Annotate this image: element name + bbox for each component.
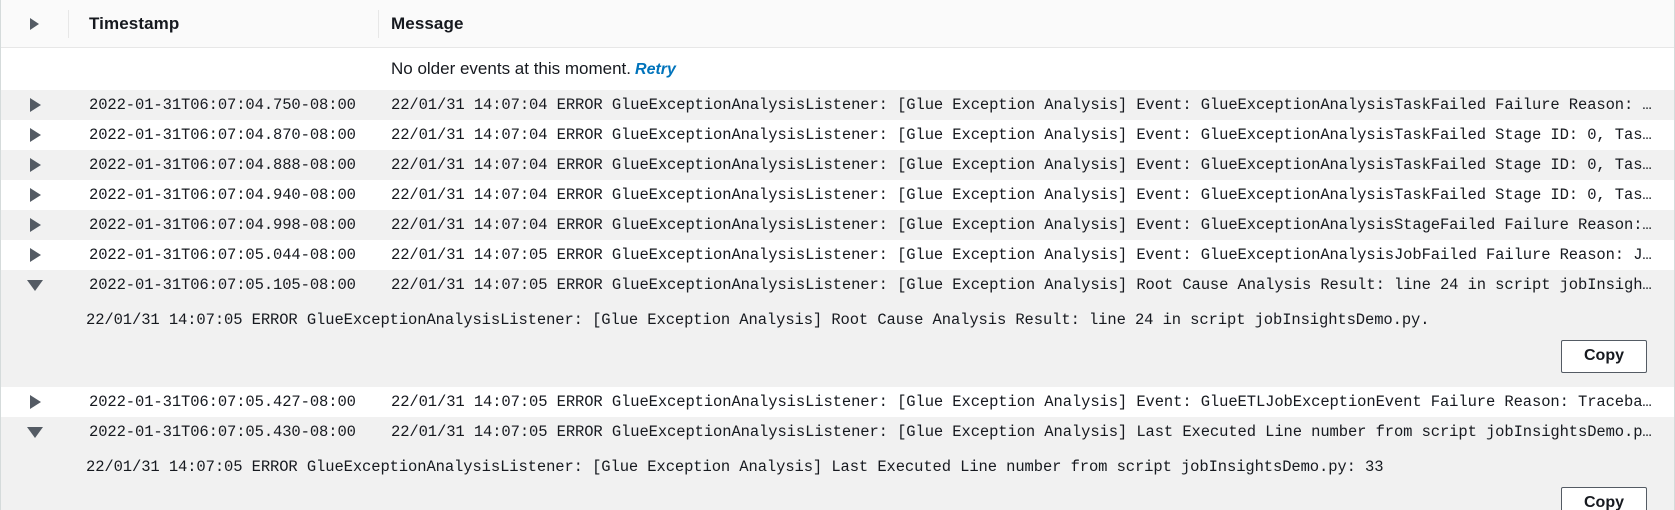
row-timestamp: 2022-01-31T06:07:05.430-08:00 <box>89 423 356 441</box>
table-row[interactable]: 2022-01-31T06:07:04.940-08:00 22/01/31 1… <box>1 180 1674 210</box>
row-expand-toggle[interactable] <box>1 180 69 210</box>
info-row-toggle-spacer <box>1 48 69 90</box>
row-timestamp: 2022-01-31T06:07:04.750-08:00 <box>89 96 356 114</box>
row-collapse-toggle[interactable] <box>1 270 69 300</box>
no-older-events-row: No older events at this moment. Retry <box>1 48 1674 90</box>
column-header-message[interactable]: Message <box>379 10 1674 38</box>
copy-button[interactable]: Copy <box>1561 340 1647 373</box>
row-timestamp: 2022-01-31T06:07:05.044-08:00 <box>89 246 356 264</box>
row-detail-panel: 22/01/31 14:07:05 ERROR GlueExceptionAna… <box>1 447 1674 510</box>
row-message: 22/01/31 14:07:04 ERROR GlueExceptionAna… <box>391 186 1654 204</box>
row-message-cell: 22/01/31 14:07:05 ERROR GlueExceptionAna… <box>379 393 1674 411</box>
row-detail-message: 22/01/31 14:07:05 ERROR GlueExceptionAna… <box>86 311 1430 329</box>
row-detail-actions: Copy <box>1 487 1674 510</box>
row-message-cell: 22/01/31 14:07:04 ERROR GlueExceptionAna… <box>379 96 1674 114</box>
chevron-down-icon <box>27 279 43 291</box>
table-row[interactable]: 2022-01-31T06:07:05.105-08:00 22/01/31 1… <box>1 270 1674 300</box>
row-expand-toggle[interactable] <box>1 387 69 417</box>
copy-button[interactable]: Copy <box>1561 487 1647 510</box>
row-timestamp-cell: 2022-01-31T06:07:05.430-08:00 <box>69 423 379 441</box>
row-detail-panel: 22/01/31 14:07:05 ERROR GlueExceptionAna… <box>1 300 1674 387</box>
chevron-down-icon <box>27 426 43 438</box>
column-header-timestamp[interactable]: Timestamp <box>69 9 379 38</box>
row-message: 22/01/31 14:07:04 ERROR GlueExceptionAna… <box>391 156 1654 174</box>
chevron-right-icon <box>29 158 41 172</box>
row-timestamp: 2022-01-31T06:07:05.105-08:00 <box>89 276 356 294</box>
row-expand-toggle[interactable] <box>1 90 69 120</box>
table-row[interactable]: 2022-01-31T06:07:04.870-08:00 22/01/31 1… <box>1 120 1674 150</box>
table-row[interactable]: 2022-01-31T06:07:05.044-08:00 22/01/31 1… <box>1 240 1674 270</box>
column-header-timestamp-label: Timestamp <box>89 13 180 33</box>
row-detail-text-wrap: 22/01/31 14:07:05 ERROR GlueExceptionAna… <box>1 300 1674 340</box>
row-message: 22/01/31 14:07:05 ERROR GlueExceptionAna… <box>391 423 1654 441</box>
chevron-right-icon <box>29 98 41 112</box>
row-detail-message: 22/01/31 14:07:05 ERROR GlueExceptionAna… <box>86 458 1384 476</box>
info-row-message: No older events at this moment. Retry <box>379 59 1674 79</box>
row-detail-text-wrap: 22/01/31 14:07:05 ERROR GlueExceptionAna… <box>1 447 1674 487</box>
row-collapse-toggle[interactable] <box>1 417 69 447</box>
row-expand-toggle[interactable] <box>1 150 69 180</box>
row-timestamp-cell: 2022-01-31T06:07:04.940-08:00 <box>69 186 379 204</box>
row-message: 22/01/31 14:07:04 ERROR GlueExceptionAna… <box>391 126 1654 144</box>
row-timestamp-cell: 2022-01-31T06:07:04.888-08:00 <box>69 156 379 174</box>
row-timestamp-cell: 2022-01-31T06:07:05.105-08:00 <box>69 276 379 294</box>
expand-all-toggle[interactable] <box>1 9 69 38</box>
table-row[interactable]: 2022-01-31T06:07:05.430-08:00 22/01/31 1… <box>1 417 1674 447</box>
row-message-cell: 22/01/31 14:07:04 ERROR GlueExceptionAna… <box>379 216 1674 234</box>
row-message: 22/01/31 14:07:04 ERROR GlueExceptionAna… <box>391 216 1654 234</box>
table-row[interactable]: 2022-01-31T06:07:04.750-08:00 22/01/31 1… <box>1 90 1674 120</box>
row-message: 22/01/31 14:07:04 ERROR GlueExceptionAna… <box>391 96 1654 114</box>
chevron-right-icon <box>29 218 41 232</box>
row-message-cell: 22/01/31 14:07:05 ERROR GlueExceptionAna… <box>379 276 1674 294</box>
table-header-row: Timestamp Message <box>1 0 1674 48</box>
row-timestamp: 2022-01-31T06:07:04.940-08:00 <box>89 186 356 204</box>
row-message: 22/01/31 14:07:05 ERROR GlueExceptionAna… <box>391 276 1654 294</box>
chevron-right-icon <box>29 248 41 262</box>
row-timestamp: 2022-01-31T06:07:04.888-08:00 <box>89 156 356 174</box>
row-detail-actions: Copy <box>1 340 1674 387</box>
chevron-right-icon <box>29 188 41 202</box>
row-timestamp-cell: 2022-01-31T06:07:05.427-08:00 <box>69 393 379 411</box>
row-expand-toggle[interactable] <box>1 240 69 270</box>
table-row[interactable]: 2022-01-31T06:07:04.888-08:00 22/01/31 1… <box>1 150 1674 180</box>
row-message-cell: 22/01/31 14:07:04 ERROR GlueExceptionAna… <box>379 126 1674 144</box>
row-message-cell: 22/01/31 14:07:04 ERROR GlueExceptionAna… <box>379 186 1674 204</box>
row-message: 22/01/31 14:07:05 ERROR GlueExceptionAna… <box>391 246 1654 264</box>
table-row[interactable]: 2022-01-31T06:07:04.998-08:00 22/01/31 1… <box>1 210 1674 240</box>
row-timestamp-cell: 2022-01-31T06:07:05.044-08:00 <box>69 246 379 264</box>
chevron-right-icon <box>30 17 39 30</box>
no-older-events-text: No older events at this moment. <box>391 59 632 78</box>
row-message-cell: 22/01/31 14:07:04 ERROR GlueExceptionAna… <box>379 156 1674 174</box>
row-timestamp-cell: 2022-01-31T06:07:04.870-08:00 <box>69 126 379 144</box>
row-timestamp-cell: 2022-01-31T06:07:04.998-08:00 <box>69 216 379 234</box>
row-expand-toggle[interactable] <box>1 120 69 150</box>
table-row[interactable]: 2022-01-31T06:07:05.427-08:00 22/01/31 1… <box>1 387 1674 417</box>
log-events-table: Timestamp Message No older events at thi… <box>0 0 1675 510</box>
row-timestamp-cell: 2022-01-31T06:07:04.750-08:00 <box>69 96 379 114</box>
retry-link[interactable]: Retry <box>635 61 676 78</box>
chevron-right-icon <box>29 128 41 142</box>
row-message-cell: 22/01/31 14:07:05 ERROR GlueExceptionAna… <box>379 246 1674 264</box>
row-message-cell: 22/01/31 14:07:05 ERROR GlueExceptionAna… <box>379 423 1674 441</box>
row-message: 22/01/31 14:07:05 ERROR GlueExceptionAna… <box>391 393 1654 411</box>
row-timestamp: 2022-01-31T06:07:04.870-08:00 <box>89 126 356 144</box>
row-timestamp: 2022-01-31T06:07:05.427-08:00 <box>89 393 356 411</box>
chevron-right-icon <box>29 395 41 409</box>
column-header-message-label: Message <box>391 13 464 33</box>
row-timestamp: 2022-01-31T06:07:04.998-08:00 <box>89 216 356 234</box>
row-expand-toggle[interactable] <box>1 210 69 240</box>
